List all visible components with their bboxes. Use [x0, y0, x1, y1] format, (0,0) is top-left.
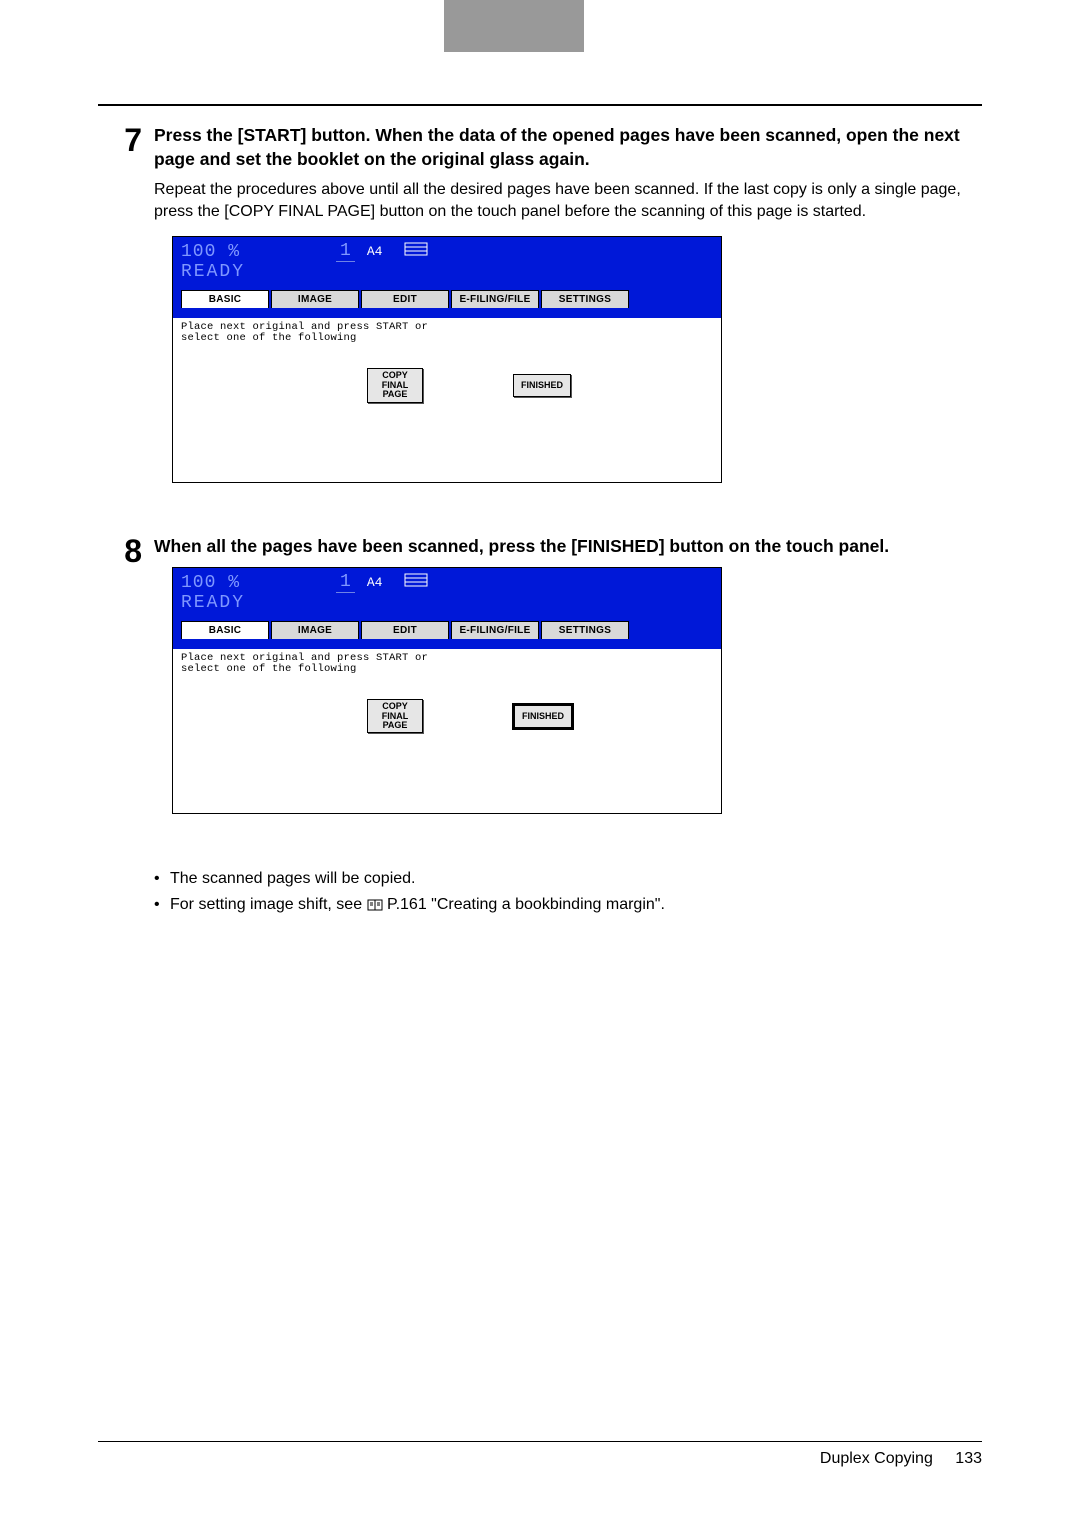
- footer-title: Duplex Copying: [820, 1450, 933, 1467]
- list-item: • For setting image shift, see P.161 "Cr…: [154, 892, 982, 918]
- finished-button[interactable]: FINISHED: [513, 374, 571, 397]
- touch-panel-screenshot-2: 100 % 1 A4 READY BASIC IMAGE EDIT: [172, 567, 722, 814]
- tab-settings[interactable]: SETTINGS: [541, 621, 629, 639]
- tray-icon: [404, 242, 428, 261]
- tab-efiling[interactable]: E-FILING/FILE: [451, 621, 539, 639]
- bullet-marker: •: [154, 892, 170, 918]
- tab-edit[interactable]: EDIT: [361, 621, 449, 639]
- footer-page-number: 133: [955, 1450, 982, 1467]
- step-title: Press the [START] button. When the data …: [154, 124, 982, 171]
- tab-row: BASIC IMAGE EDIT E-FILING/FILE SETTINGS: [181, 290, 713, 308]
- main-content: 7 Press the [START] button. When the dat…: [98, 104, 982, 917]
- panel-message: Place next original and press START or s…: [181, 653, 713, 675]
- bullet-text: For setting image shift, see P.161 "Crea…: [170, 892, 982, 918]
- status-ready: READY: [181, 593, 713, 613]
- step-8: 8 When all the pages have been scanned, …: [98, 535, 982, 854]
- book-icon: [367, 899, 383, 911]
- list-item: • The scanned pages will be copied.: [154, 866, 982, 892]
- copy-final-page-button[interactable]: COPY FINAL PAGE: [367, 368, 423, 402]
- step-paragraph: Repeat the procedures above until all th…: [154, 179, 982, 222]
- tray-icon: [404, 573, 428, 592]
- tab-basic[interactable]: BASIC: [181, 621, 269, 639]
- tab-efiling[interactable]: E-FILING/FILE: [451, 290, 539, 308]
- step-number: 7: [98, 124, 154, 523]
- tab-image[interactable]: IMAGE: [271, 290, 359, 308]
- copy-count: 1: [336, 572, 355, 593]
- tab-basic[interactable]: BASIC: [181, 290, 269, 308]
- bullet-text: The scanned pages will be copied.: [170, 866, 982, 892]
- touch-panel-screenshot-1: 100 % 1 A4 READY BASIC IMAGE EDIT: [172, 236, 722, 483]
- status-ready: READY: [181, 262, 713, 282]
- finished-button[interactable]: FINISHED: [513, 704, 573, 729]
- paper-size: A4: [367, 244, 383, 259]
- step-number: 8: [98, 535, 154, 854]
- tab-edit[interactable]: EDIT: [361, 290, 449, 308]
- panel-message: Place next original and press START or s…: [181, 322, 713, 344]
- page-footer: Duplex Copying 133: [98, 1441, 982, 1468]
- copy-count: 1: [336, 241, 355, 262]
- step-title: When all the pages have been scanned, pr…: [154, 535, 982, 559]
- bullet-marker: •: [154, 866, 170, 892]
- tab-row: BASIC IMAGE EDIT E-FILING/FILE SETTINGS: [181, 621, 713, 639]
- tab-image[interactable]: IMAGE: [271, 621, 359, 639]
- bullet-list: • The scanned pages will be copied. • Fo…: [154, 866, 982, 917]
- zoom-value: 100 %: [181, 242, 240, 262]
- step-7: 7 Press the [START] button. When the dat…: [98, 124, 982, 523]
- tab-settings[interactable]: SETTINGS: [541, 290, 629, 308]
- paper-size: A4: [367, 575, 383, 590]
- chapter-tab-marker: [444, 0, 584, 52]
- zoom-value: 100 %: [181, 573, 240, 593]
- copy-final-page-button[interactable]: COPY FINAL PAGE: [367, 699, 423, 733]
